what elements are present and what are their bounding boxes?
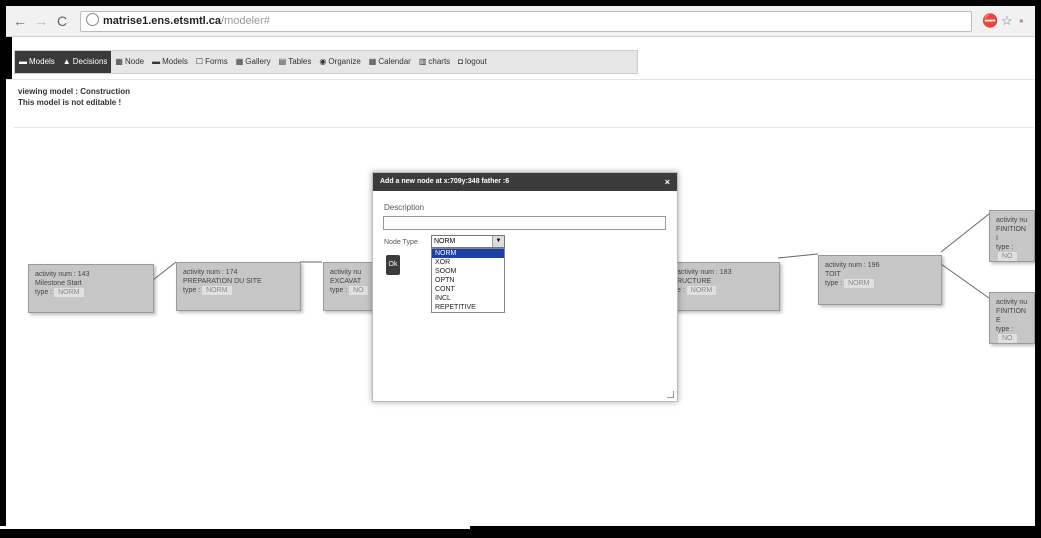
connector — [940, 213, 990, 253]
node-type-value: NO — [998, 334, 1017, 343]
dialog-title: Add a new node at x:709y:348 father :6 — [380, 178, 510, 185]
resize-handle[interactable] — [667, 391, 674, 398]
node-type-selected: NORM — [434, 238, 456, 245]
node-activity-num: activity nu — [996, 217, 1028, 224]
node-name: TOIT — [825, 271, 841, 278]
option-optn[interactable]: OPTN — [432, 276, 504, 285]
node-type-value: NO — [349, 286, 368, 295]
node-name: EXCAVAT — [330, 278, 362, 285]
option-xor[interactable]: XOR — [432, 258, 504, 267]
node-type: type :NO — [330, 286, 376, 295]
node-activity-num: activity num : 143 — [35, 271, 90, 278]
node-type-options: NORM XOR SOOM OPTN CONT INCL REPETITIVE — [431, 248, 505, 313]
node-type-value: NORM — [202, 286, 232, 295]
chevron-down-icon[interactable]: ▼ — [492, 236, 504, 247]
connector — [940, 263, 990, 299]
node-activity-num: activity nu — [996, 299, 1028, 306]
node-type-label: type : — [996, 244, 1014, 251]
node-name: PREPARATION DU SITE — [183, 278, 262, 285]
option-norm[interactable]: NORM — [432, 249, 504, 258]
node-type: type :NO — [996, 243, 1028, 261]
node-activity-num: activity num : 196 — [825, 262, 880, 269]
add-node-dialog: Add a new node at x:709y:348 father :6 ×… — [372, 172, 678, 402]
node-activity-num: activity nu — [330, 269, 362, 276]
option-repetitive[interactable]: REPETITIVE — [432, 303, 504, 312]
node-type-label: type : — [330, 287, 348, 294]
activity-node[interactable]: activity num : 196 TOIT type : NORM — [818, 255, 942, 305]
node-name: FINITION I — [996, 226, 1026, 242]
close-icon[interactable]: × — [665, 173, 670, 191]
ok-button[interactable]: Ok — [386, 255, 400, 275]
activity-node[interactable]: activity num : 174 PREPARATION DU SITE t… — [176, 262, 301, 311]
node-type-value: NO — [998, 252, 1017, 261]
connector — [152, 261, 177, 281]
node-type: type : NORM — [35, 288, 147, 297]
activity-node[interactable]: activity nu FINITION E type :NO — [989, 292, 1035, 344]
node-type-label: type : — [825, 280, 843, 287]
node-type-label: type : — [183, 287, 201, 294]
activity-node[interactable]: activity num : 143 Milestone Start type … — [28, 264, 154, 313]
option-incl[interactable]: INCL — [432, 294, 504, 303]
node-type-label: e : — [677, 287, 685, 294]
node-type-value: NORM — [844, 279, 874, 288]
browser-window: ← → C matrise1.ens.etsmtl.ca/modeler# ⛔ … — [6, 6, 1035, 526]
node-type-label: type : — [35, 289, 53, 296]
node-type-value: NORM — [54, 288, 84, 297]
node-type-label: type : — [996, 326, 1014, 333]
node-type-select[interactable]: NORM ▼ — [431, 235, 505, 248]
option-soom[interactable]: SOOM — [432, 267, 504, 276]
node-type-label: Node Type — [384, 239, 418, 246]
option-cont[interactable]: CONT — [432, 285, 504, 294]
node-name: Milestone Start — [35, 280, 82, 287]
dialog-titlebar[interactable]: Add a new node at x:709y:348 father :6 × — [373, 173, 677, 191]
node-type: type : NORM — [183, 286, 294, 295]
connector — [777, 253, 819, 259]
activity-node[interactable]: activity num : 183 RUCTURE e : NORM — [670, 262, 780, 311]
node-type-value: NORM — [686, 286, 717, 295]
node-activity-num: activity num : 174 — [183, 269, 238, 276]
bottom-highlight — [0, 526, 470, 529]
node-name: FINITION E — [996, 308, 1026, 324]
node-type: type : NORM — [825, 279, 935, 288]
description-label: Description — [384, 203, 425, 212]
node-type: type :NO — [996, 325, 1028, 343]
description-input[interactable] — [383, 216, 666, 230]
node-name: RUCTURE — [677, 278, 712, 285]
node-type: e : NORM — [677, 286, 773, 295]
activity-node[interactable]: activity nu FINITION I type :NO — [989, 210, 1035, 262]
node-activity-num: activity num : 183 — [677, 269, 732, 276]
